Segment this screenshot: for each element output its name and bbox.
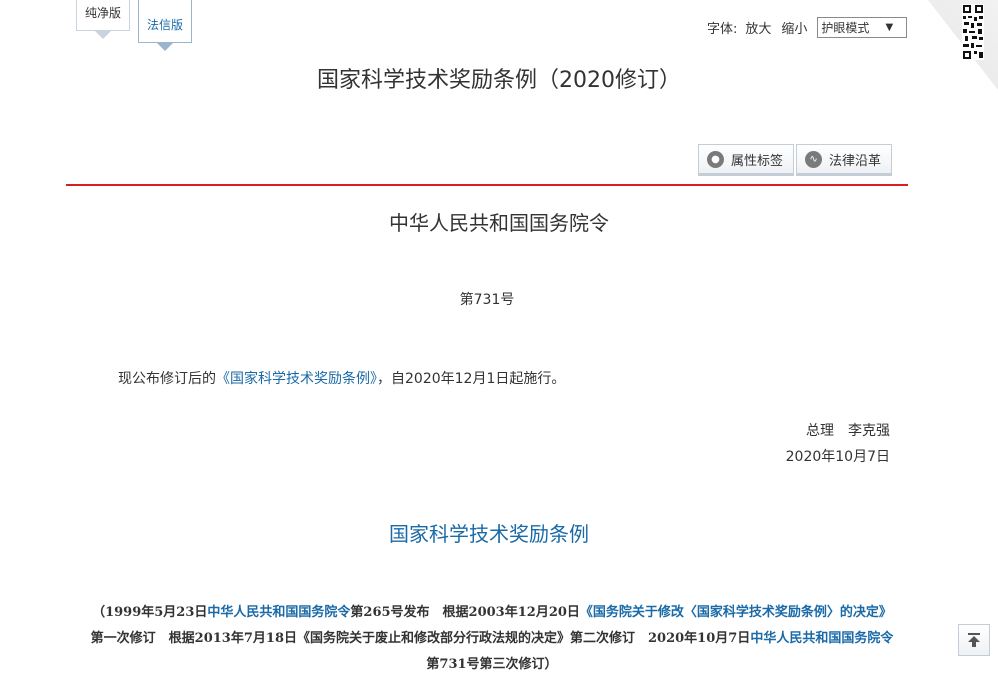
back-to-top-button[interactable] [958, 624, 990, 656]
promulgation-after: ，自2020年12月1日起施行。 [377, 371, 566, 387]
eye-mode-value: 护眼模式 [821, 21, 870, 35]
meta-buttons: ● 属性标签 ∿ 法律沿革 [698, 144, 894, 174]
history-part-2: 第265号发布 根据2003年12月20日 [350, 605, 580, 620]
history-link-decision-2003[interactable]: 《国务院关于修改〈国家科学技术奖励条例〉的决定》 [580, 605, 892, 620]
order-title: 中华人民共和国国务院令 [389, 211, 609, 235]
back-to-top-icon [968, 633, 980, 647]
signer: 总理 李克强 [806, 423, 890, 439]
eye-mode-select[interactable]: 护眼模式 ▼ [817, 17, 908, 38]
law-title: 国家科学技术奖励条例 [389, 522, 589, 546]
promulgation-text: 现公布修订后的《国家科学技术奖励条例》，自2020年12月1日起施行。 [118, 368, 565, 388]
legal-history-button[interactable]: ∿ 法律沿革 [796, 144, 893, 174]
history-link-order-731[interactable]: 中华人民共和国国务院令 [750, 631, 893, 646]
regulation-link[interactable]: 《国家科学技术奖励条例》 [216, 371, 377, 387]
revision-history: （1999年5月23日中华人民共和国国务院令第265号发布 根据2003年12月… [86, 600, 898, 678]
qr-code-icon[interactable] [962, 4, 984, 60]
attribute-tags-label: 属性标签 [731, 153, 784, 169]
red-divider [66, 184, 908, 186]
font-label: 字体: [707, 22, 738, 37]
chevron-down-icon: ▼ [885, 22, 894, 33]
history-link-order-265[interactable]: 中华人民共和国国务院令 [207, 605, 350, 620]
document-title: 国家科学技术奖励条例（2020修订） [317, 68, 681, 93]
font-shrink-button[interactable]: 缩小 [781, 18, 807, 37]
trend-icon: ∿ [805, 150, 823, 168]
order-number: 第731号 [459, 292, 515, 308]
promulgation-before: 现公布修订后的 [118, 371, 216, 387]
attribute-tags-button[interactable]: ● 属性标签 [698, 144, 795, 174]
tab-pure-version[interactable]: 纯净版 [76, 0, 130, 39]
history-part-1: （1999年5月23日 [92, 605, 208, 620]
history-part-4: 第731号第三次修订） [426, 657, 558, 672]
font-tools: 字体: 放大 缩小 护眼模式 ▼ [707, 17, 908, 38]
history-part-3: 第一次修订 根据2013年7月18日《国务院关于废止和修改部分行政法规的决定》第… [90, 631, 751, 646]
font-enlarge-button[interactable]: 放大 [745, 18, 771, 37]
sign-date: 2020年10月7日 [785, 449, 890, 465]
legal-history-label: 法律沿革 [829, 153, 882, 169]
tag-icon: ● [707, 150, 724, 168]
tab-legal-version[interactable]: 法信版 [138, 0, 192, 51]
